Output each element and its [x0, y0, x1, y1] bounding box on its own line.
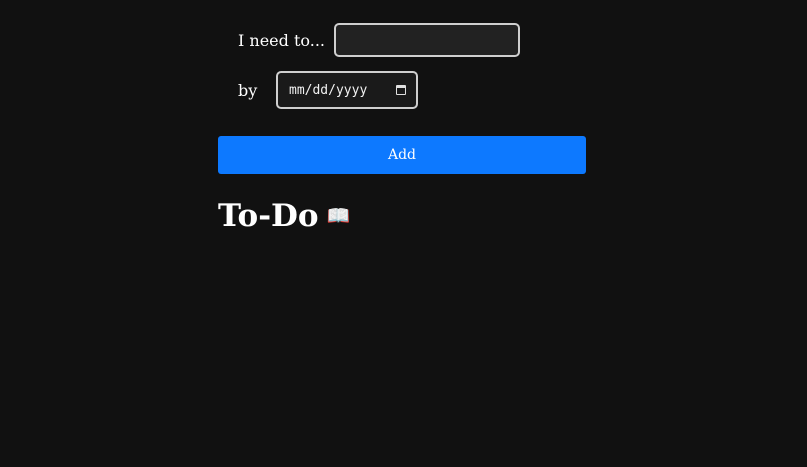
task-label: I need to...	[238, 30, 326, 50]
date-placeholder: mm/dd/yyyy	[289, 82, 368, 98]
list-title-heading: To-Do 📖	[218, 198, 350, 234]
task-input[interactable]	[334, 23, 520, 57]
add-button[interactable]: Add	[218, 136, 586, 174]
date-row: by mm/dd/yyyy	[238, 71, 418, 109]
task-row: I need to...	[238, 23, 520, 57]
date-input[interactable]: mm/dd/yyyy	[276, 71, 418, 109]
calendar-icon[interactable]	[396, 85, 406, 95]
open-book-icon: 📖	[326, 204, 351, 227]
page-title: To-Do	[218, 198, 319, 234]
date-label: by	[238, 80, 258, 100]
